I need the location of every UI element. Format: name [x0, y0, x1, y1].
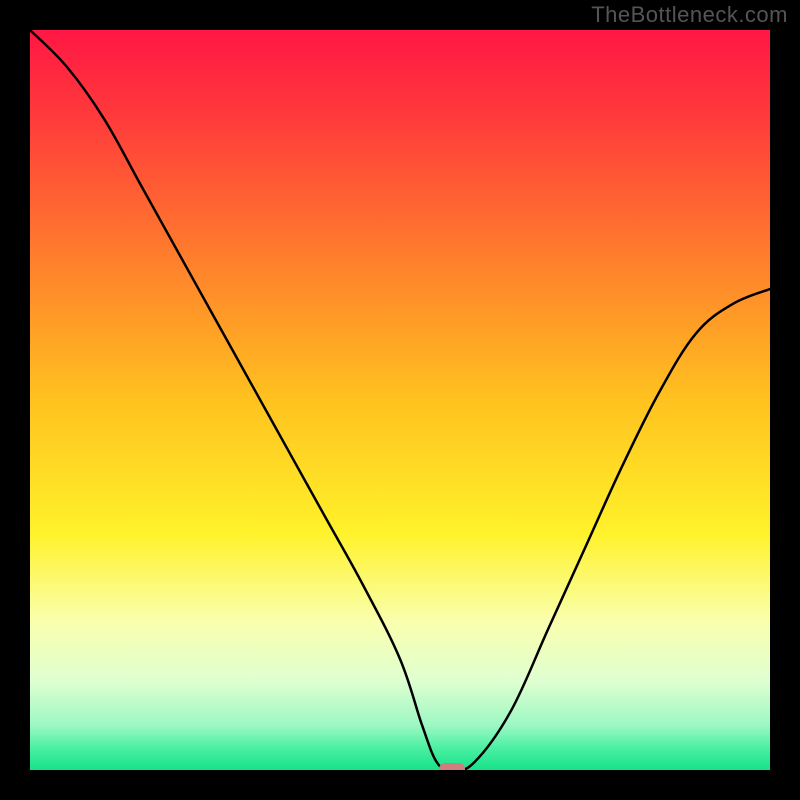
optimum-marker [439, 763, 465, 770]
chart-frame: TheBottleneck.com [0, 0, 800, 800]
watermark-text: TheBottleneck.com [591, 2, 788, 28]
bottleneck-curve [30, 30, 770, 770]
plot-area [30, 30, 770, 770]
